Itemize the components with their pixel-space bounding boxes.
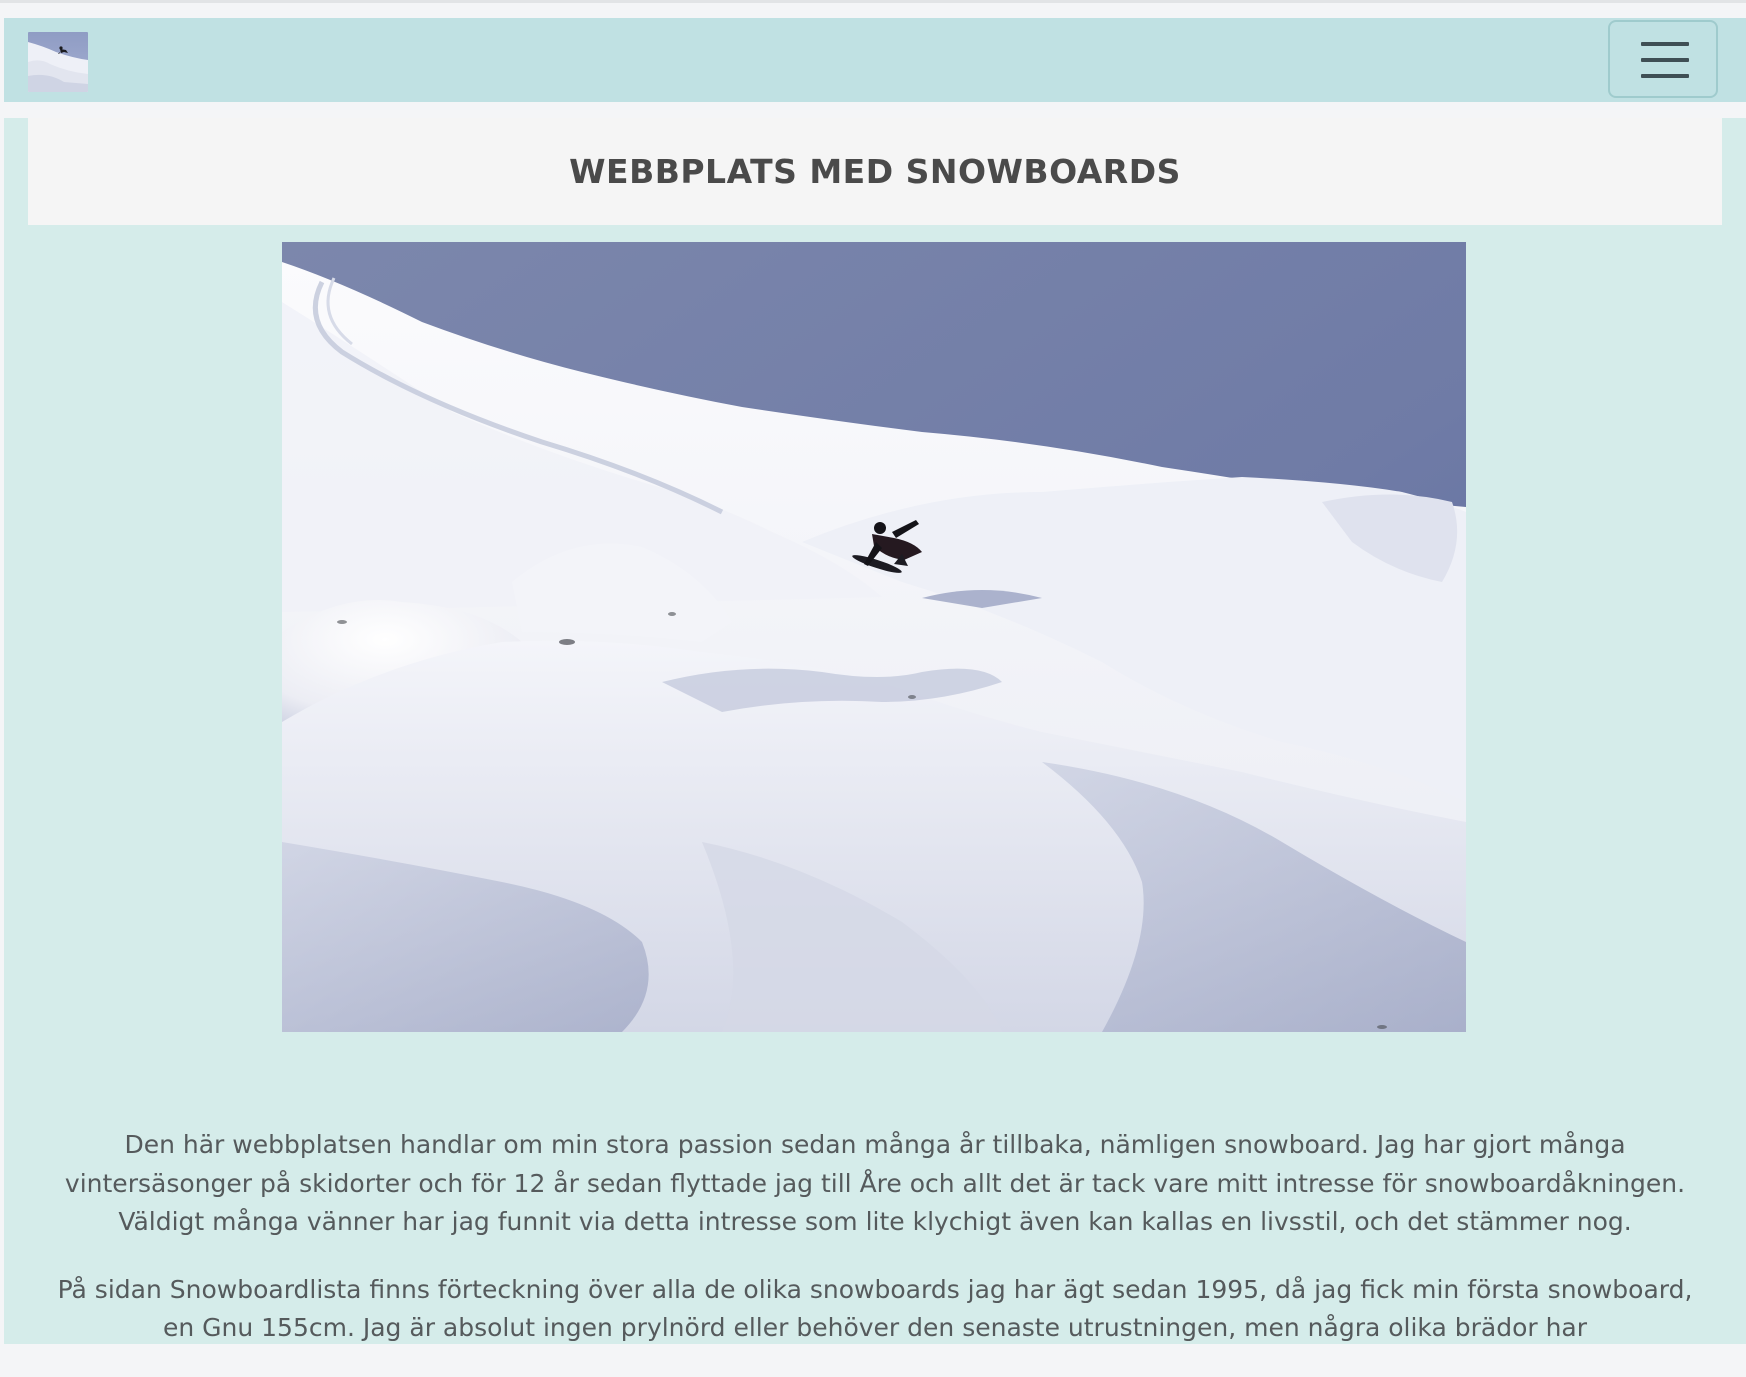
intro-paragraph: På sidan Snowboardlista finns förtecknin…: [57, 1274, 1693, 1343]
hero-image: [282, 242, 1466, 1032]
navbar: [4, 18, 1746, 102]
browser-top-edge: [0, 0, 1746, 3]
page-title: WEBBPLATS MED SNOWBOARDS: [569, 152, 1181, 191]
title-banner: WEBBPLATS MED SNOWBOARDS: [28, 118, 1722, 225]
site-logo[interactable]: [28, 32, 88, 92]
snowboarder-logo-image: [28, 32, 88, 92]
snowboarder-photo: [282, 242, 1466, 1032]
hamburger-menu-icon-line: [1641, 58, 1689, 62]
hamburger-menu-icon: [1641, 42, 1689, 46]
intro-paragraph: Den här webbplatsen handlar om min stora…: [64, 1130, 1686, 1236]
hamburger-menu-icon-line: [1641, 74, 1689, 78]
menu-toggle-button[interactable]: [1608, 20, 1718, 98]
navbar-spacer: [4, 102, 1746, 118]
intro-text: Den här webbplatsen handlar om min stora…: [44, 1126, 1706, 1377]
page: WEBBPLATS MED SNOWBOARDS Den här webbpla…: [4, 18, 1746, 1344]
